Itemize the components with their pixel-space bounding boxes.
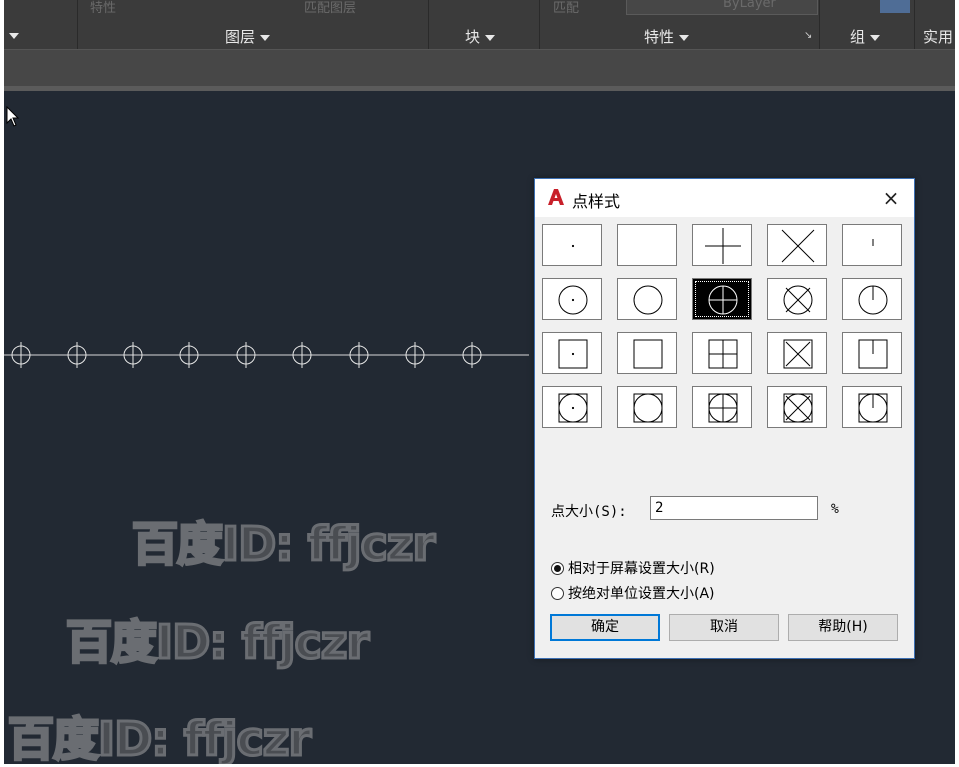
- point-style-square-circle-icon: [633, 393, 663, 423]
- radio-absolute-size[interactable]: 按绝对单位设置大小(A): [551, 583, 715, 603]
- point-style-square-circle-tick-icon: [858, 393, 888, 423]
- point-style-plus[interactable]: [692, 224, 752, 266]
- point-style-square-circle-plus[interactable]: [692, 386, 752, 428]
- point-style-square-circle-tick[interactable]: [842, 386, 902, 428]
- point-style-square-circle-cross-icon: [783, 393, 813, 423]
- point-style-circle-tick[interactable]: [842, 278, 902, 320]
- point-style-circle-icon: [633, 285, 663, 315]
- point-style-circle-plus[interactable]: [692, 278, 752, 320]
- point-style-cross-icon: [781, 229, 815, 263]
- chevron-down-icon: [679, 34, 690, 41]
- point-style-cross[interactable]: [767, 224, 827, 266]
- panel-label-groups[interactable]: 组: [850, 26, 881, 47]
- panel-label-left[interactable]: [4, 26, 19, 44]
- point-style-tick-icon: [872, 239, 874, 246]
- point-style-dot-icon: [571, 244, 575, 248]
- watermark-text: 百度ID: ffjczr: [6, 711, 312, 765]
- point-row-drawing[interactable]: [4, 337, 534, 377]
- ok-button[interactable]: 确定: [550, 614, 660, 641]
- radio-relative-label: 相对于屏幕设置大小(R): [568, 561, 715, 577]
- panel-divider: [819, 0, 820, 50]
- point-style-square-circle-cross[interactable]: [767, 386, 827, 428]
- color-swatch-button[interactable]: [880, 0, 910, 13]
- linetype-dropdown[interactable]: ByLayer: [626, 0, 818, 15]
- point-style-square-icon: [633, 339, 663, 369]
- file-tabs-bar: [4, 50, 955, 86]
- close-icon[interactable]: ×: [879, 187, 903, 209]
- chevron-down-icon: [9, 32, 19, 39]
- linetype-dropdown-value: ByLayer: [723, 0, 776, 11]
- panel-label-block[interactable]: 块: [465, 26, 496, 47]
- panel-label-utilities[interactable]: 实用: [923, 26, 953, 47]
- point-style-circle-plus-icon: [708, 285, 738, 315]
- point-style-tick[interactable]: [842, 224, 902, 266]
- mouse-cursor-icon: [6, 106, 20, 127]
- point-style-square-dot[interactable]: [542, 332, 602, 374]
- chevron-down-icon: [260, 34, 271, 41]
- point-style-square-circle-plus-icon: [708, 393, 738, 423]
- point-style-dialog: 点样式 × 点大小(S): % 相对于屏幕设置大小(R) 按绝对单位设置大小(A…: [534, 178, 915, 659]
- point-style-dot[interactable]: [542, 224, 602, 266]
- chevron-down-icon: [870, 34, 881, 41]
- point-size-label: 点大小(S):: [551, 504, 627, 520]
- watermark-text: 百度ID: ffjczr: [64, 614, 370, 671]
- panel-divider: [539, 0, 540, 50]
- point-style-square-tick-icon: [858, 339, 888, 369]
- match-layer-tool-label[interactable]: 匹配图层: [304, 0, 356, 16]
- point-style-square-circle-dot-icon: [558, 393, 588, 423]
- chevron-down-icon: [485, 34, 496, 41]
- point-style-square-tick[interactable]: [842, 332, 902, 374]
- point-style-circle[interactable]: [617, 278, 677, 320]
- point-style-circle-cross[interactable]: [767, 278, 827, 320]
- match-tool-label[interactable]: 匹配: [553, 0, 579, 16]
- panel-launcher-icon[interactable]: ↘: [804, 30, 812, 41]
- panel-divider: [428, 0, 429, 50]
- point-style-circle-dot[interactable]: [542, 278, 602, 320]
- point-style-circle-dot-icon: [558, 285, 588, 315]
- point-style-square[interactable]: [617, 332, 677, 374]
- point-size-input[interactable]: [650, 496, 818, 520]
- ribbon: 特性 匹配图层 匹配 ByLayer 图层 块 特性 ↘ 组 实用: [4, 0, 955, 50]
- point-style-none-icon: [618, 225, 678, 267]
- point-style-square-circle[interactable]: [617, 386, 677, 428]
- point-style-square-plus-icon: [708, 339, 738, 369]
- radio-button-unchecked[interactable]: [551, 587, 564, 600]
- point-style-circle-cross-icon: [783, 285, 813, 315]
- point-style-square-dot-icon: [558, 339, 588, 369]
- point-size-unit: %: [831, 502, 839, 517]
- radio-relative-size[interactable]: 相对于屏幕设置大小(R): [551, 558, 715, 578]
- radio-button-checked[interactable]: [551, 562, 564, 575]
- ribbon-panel-labels: 图层 块 特性 ↘ 组 实用: [4, 22, 955, 50]
- point-style-square-plus[interactable]: [692, 332, 752, 374]
- panel-label-layers[interactable]: 图层: [225, 26, 271, 47]
- help-button[interactable]: 帮助(H): [788, 614, 898, 641]
- watermark-text: 百度ID: ffjczr: [130, 516, 436, 573]
- panel-divider: [914, 0, 915, 50]
- dialog-title: 点样式: [572, 192, 621, 211]
- point-style-plus-icon: [705, 228, 741, 264]
- autocad-logo-icon: [548, 189, 564, 205]
- point-style-none[interactable]: [617, 224, 677, 266]
- cancel-button[interactable]: 取消: [669, 614, 779, 641]
- panel-label-properties[interactable]: 特性: [644, 26, 690, 47]
- point-style-circle-tick-icon: [858, 285, 888, 315]
- panel-divider: [77, 0, 78, 50]
- properties-tool-label[interactable]: 特性: [90, 0, 116, 16]
- dialog-titlebar[interactable]: 点样式 ×: [535, 179, 914, 217]
- point-style-square-cross[interactable]: [767, 332, 827, 374]
- point-style-square-cross-icon: [783, 339, 813, 369]
- radio-absolute-label: 按绝对单位设置大小(A): [568, 586, 715, 602]
- point-style-square-circle-dot[interactable]: [542, 386, 602, 428]
- ribbon-tools-row: 特性 匹配图层 匹配 ByLayer: [4, 0, 955, 22]
